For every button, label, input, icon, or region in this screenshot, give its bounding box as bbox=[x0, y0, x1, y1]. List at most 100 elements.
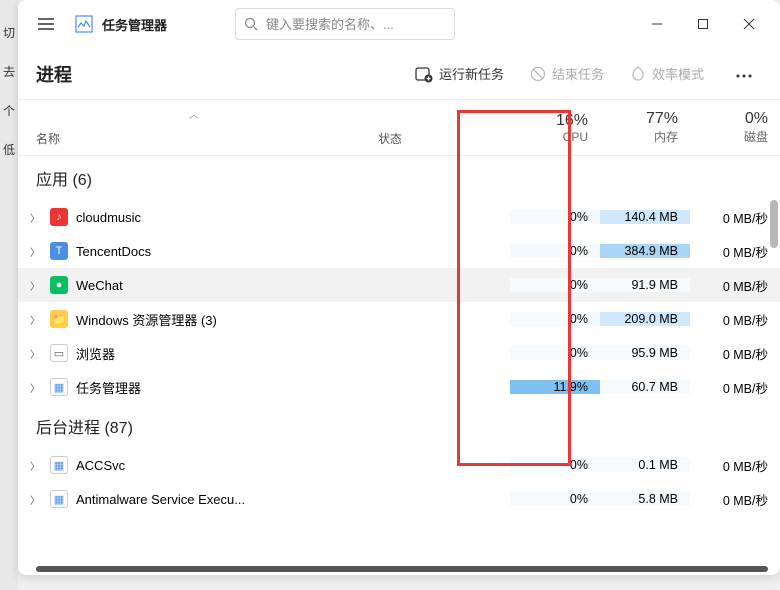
cpu-cell: 0% bbox=[510, 244, 600, 258]
minimize-icon bbox=[651, 18, 663, 30]
maximize-button[interactable] bbox=[680, 4, 726, 44]
hamburger-icon bbox=[38, 18, 54, 30]
more-icon bbox=[736, 74, 752, 78]
process-icon: ▦ bbox=[50, 456, 68, 474]
process-name: ACCSvc bbox=[76, 458, 125, 473]
disk-cell: 0 MB/秒 bbox=[690, 242, 780, 261]
expand-icon[interactable]: 〉 bbox=[28, 458, 42, 473]
hamburger-menu-button[interactable] bbox=[26, 4, 66, 44]
memory-cell: 140.4 MB bbox=[600, 210, 690, 224]
disk-cell: 0 MB/秒 bbox=[690, 276, 780, 295]
memory-cell: 5.8 MB bbox=[600, 492, 690, 506]
group-label: 后台进程 (87) bbox=[36, 414, 133, 438]
group-label: 应用 (6) bbox=[36, 166, 92, 190]
horizontal-scrollbar[interactable] bbox=[36, 566, 768, 572]
column-header-status[interactable]: 状态 bbox=[370, 100, 510, 155]
process-row[interactable]: 〉TTencentDocs0%384.9 MB0 MB/秒 bbox=[18, 234, 780, 268]
process-name: Windows 资源管理器 (3) bbox=[76, 310, 217, 329]
close-icon bbox=[743, 18, 755, 30]
disk-total-value: 0% bbox=[745, 110, 768, 128]
group-background[interactable]: 后台进程 (87) bbox=[18, 404, 780, 448]
memory-cell: 91.9 MB bbox=[600, 278, 690, 292]
memory-cell: 60.7 MB bbox=[600, 380, 690, 394]
group-apps[interactable]: 应用 (6) bbox=[18, 156, 780, 200]
cpu-cell: 0% bbox=[510, 312, 600, 326]
column-name-label: 名称 bbox=[36, 130, 370, 147]
disk-label: 磁盘 bbox=[744, 128, 768, 145]
end-task-label: 结束任务 bbox=[552, 64, 604, 83]
process-icon: 📁 bbox=[50, 310, 68, 328]
cpu-total-value: 16% bbox=[556, 112, 588, 130]
expand-icon[interactable]: 〉 bbox=[28, 278, 42, 293]
end-task-button: 结束任务 bbox=[526, 58, 608, 89]
process-name: 浏览器 bbox=[76, 344, 115, 363]
run-new-task-button[interactable]: 运行新任务 bbox=[411, 58, 508, 89]
sort-indicator-icon: ︿ bbox=[189, 106, 199, 121]
process-icon: ▭ bbox=[50, 344, 68, 362]
disk-cell: 0 MB/秒 bbox=[690, 378, 780, 397]
expand-icon[interactable]: 〉 bbox=[28, 312, 42, 327]
process-row[interactable]: 〉 📁 Windows 资源管理器 (3) 0%209.0 MB0 MB/秒 bbox=[18, 302, 780, 336]
titlebar: 任务管理器 bbox=[18, 0, 780, 48]
app-title: 任务管理器 bbox=[102, 15, 167, 34]
disk-cell: 0 MB/秒 bbox=[690, 490, 780, 509]
memory-cell: 95.9 MB bbox=[600, 346, 690, 360]
process-icon: ● bbox=[50, 276, 68, 294]
process-name: WeChat bbox=[76, 278, 123, 293]
process-row[interactable]: 〉 ● WeChat 0%91.9 MB0 MB/秒 bbox=[18, 268, 780, 302]
minimize-button[interactable] bbox=[634, 4, 680, 44]
cpu-cell: 0% bbox=[510, 210, 600, 224]
memory-cell: 209.0 MB bbox=[600, 312, 690, 326]
process-icon: ♪ bbox=[50, 208, 68, 226]
disk-cell: 0 MB/秒 bbox=[690, 310, 780, 329]
expand-icon[interactable]: 〉 bbox=[28, 380, 42, 395]
run-task-icon bbox=[415, 65, 433, 83]
process-icon: ▦ bbox=[50, 378, 68, 396]
close-button[interactable] bbox=[726, 4, 772, 44]
process-name: TencentDocs bbox=[76, 244, 151, 259]
app-icon bbox=[74, 14, 94, 34]
cpu-cell: 0% bbox=[510, 278, 600, 292]
process-name: cloudmusic bbox=[76, 210, 141, 225]
end-task-icon bbox=[530, 66, 546, 82]
toolbar: 进程 运行新任务 结束任务 效率模式 bbox=[18, 48, 780, 100]
cpu-cell: 0% bbox=[510, 492, 600, 506]
search-box[interactable] bbox=[235, 8, 455, 40]
column-header-memory[interactable]: 77% 内存 bbox=[600, 100, 690, 155]
disk-cell: 0 MB/秒 bbox=[690, 208, 780, 227]
page-title: 进程 bbox=[36, 61, 72, 87]
process-icon: ▦ bbox=[50, 490, 68, 508]
expand-icon[interactable]: 〉 bbox=[28, 346, 42, 361]
run-new-task-label: 运行新任务 bbox=[439, 64, 504, 83]
disk-cell: 0 MB/秒 bbox=[690, 344, 780, 363]
memory-label: 内存 bbox=[654, 128, 678, 145]
cpu-label: CPU bbox=[563, 130, 588, 144]
process-name: Antimalware Service Execu... bbox=[76, 492, 245, 507]
process-name: 任务管理器 bbox=[76, 378, 141, 397]
vertical-scrollbar[interactable] bbox=[770, 200, 778, 248]
column-header-name[interactable]: ︿ 名称 bbox=[18, 100, 370, 155]
process-row[interactable]: 〉 ♪ cloudmusic 0%140.4 MB0 MB/秒 bbox=[18, 200, 780, 234]
column-header-disk[interactable]: 0% 磁盘 bbox=[690, 100, 780, 155]
process-row[interactable]: 〉 ▭ 浏览器 0%95.9 MB0 MB/秒 bbox=[18, 336, 780, 370]
process-row[interactable]: 〉▦ACCSvc0%0.1 MB0 MB/秒 bbox=[18, 448, 780, 482]
efficiency-icon bbox=[630, 66, 646, 82]
search-icon bbox=[244, 17, 258, 31]
column-headers: ︿ 名称 状态 16% CPU 77% 内存 0% 磁盘 bbox=[18, 100, 780, 156]
expand-icon[interactable]: 〉 bbox=[28, 244, 42, 259]
task-manager-window: 任务管理器 进程 运行新任务 结束任务 效率模式 bbox=[18, 0, 780, 575]
process-list: 应用 (6)〉♪cloudmusic0%140.4 MB0 MB/秒〉TTenc… bbox=[18, 156, 780, 575]
disk-cell: 0 MB/秒 bbox=[690, 456, 780, 475]
cpu-cell: 0% bbox=[510, 458, 600, 472]
efficiency-label: 效率模式 bbox=[652, 64, 704, 83]
expand-icon[interactable]: 〉 bbox=[28, 492, 42, 507]
cpu-cell: 11.9% bbox=[510, 380, 600, 394]
search-input[interactable] bbox=[266, 17, 446, 32]
process-row[interactable]: 〉 ▦ Antimalware Service Execu... 0%5.8 MB0 … bbox=[18, 482, 780, 516]
process-row[interactable]: 〉 ▦ 任务管理器 11.9%60.7 MB0 MB/秒 bbox=[18, 370, 780, 404]
efficiency-mode-button: 效率模式 bbox=[626, 58, 708, 89]
more-options-button[interactable] bbox=[726, 59, 762, 89]
expand-icon[interactable]: 〉 bbox=[28, 210, 42, 225]
cpu-cell: 0% bbox=[510, 346, 600, 360]
column-header-cpu[interactable]: 16% CPU bbox=[510, 100, 600, 155]
